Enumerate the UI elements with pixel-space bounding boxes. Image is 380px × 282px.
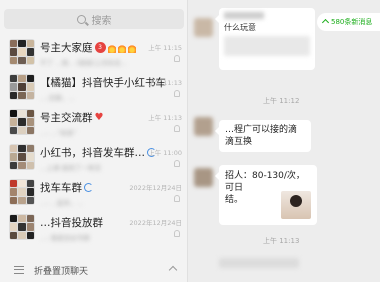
conversation-pane: 什么玩意 580条新消息 上午 11:12 …程广可以接的滴滴互换 招人：80-… — [189, 0, 380, 282]
timestamp: 上午 11:12 — [263, 97, 300, 105]
fire-emoji-icon — [107, 42, 116, 53]
chat-item-xhs-douyin[interactable]: 小红书，抖音发车群… 上午 11:00 …上课 接到了一单活 — [0, 140, 188, 175]
chat-list-pane: 搜索 号主大家庭 3 上午 11:15 不了 …用… [链接]上月份总… 【橘猫… — [0, 0, 188, 282]
mute-bell-icon — [174, 195, 180, 202]
group-avatar — [9, 39, 35, 65]
photo-figure — [290, 195, 302, 207]
chat-name: …抖音投放群 — [40, 217, 103, 229]
blurred-message — [219, 258, 299, 268]
chat-time: 2022年12月24日 — [129, 219, 182, 227]
group-avatar — [9, 214, 35, 240]
attached-photo[interactable] — [281, 191, 311, 219]
heart-emoji-icon: ♥ — [94, 112, 104, 123]
timestamp: 上午 11:13 — [263, 237, 300, 245]
chat-time: 上午 11:13 — [148, 114, 182, 122]
quoted-sender — [224, 12, 264, 19]
fire-emoji-icon — [127, 42, 136, 53]
chat-time: 2022年12月24日 — [129, 184, 182, 192]
chat-time: 上午 11:13 — [148, 79, 182, 87]
loading-icon — [84, 183, 93, 192]
folded-pinned-chats[interactable]: 折叠置顶聊天 — [0, 258, 188, 282]
group-avatar — [9, 144, 35, 170]
chat-name: 号主交流群 ♥ — [40, 112, 104, 124]
chat-name: 号主大家庭 3 — [40, 40, 136, 55]
folded-label: 折叠置顶聊天 — [34, 266, 89, 277]
chat-preview: …: …"局易" — [40, 129, 77, 137]
new-messages-button[interactable]: 580条新消息 — [317, 13, 380, 31]
chat-item-douyin-ads[interactable]: …抖音投放群 2022年12月24日 …: 我是创业号群 — [0, 210, 188, 245]
group-avatar — [9, 179, 35, 205]
chat-time: 上午 11:15 — [148, 44, 182, 52]
chat-item-family[interactable]: 号主大家庭 3 上午 11:15 不了 …用… [链接]上月份总… — [0, 35, 188, 70]
mute-bell-icon — [174, 55, 180, 62]
search-icon — [76, 14, 86, 24]
chat-preview: …上课 接到了一单活 — [40, 164, 101, 172]
mute-bell-icon — [174, 125, 180, 132]
fire-emoji-icon — [117, 42, 126, 53]
sender-avatar — [194, 18, 213, 37]
group-avatar — [9, 109, 35, 135]
wechat-window: 搜索 号主大家庭 3 上午 11:15 不了 …用… [链接]上月份总… 【橘猫… — [0, 0, 380, 282]
chat-item-find-car[interactable]: 找车车群 2022年12月24日 …: …起车，… — [0, 175, 188, 210]
list-icon — [14, 266, 24, 274]
message-text: 什么玩意 — [224, 23, 256, 32]
chat-preview: …: …起车，… — [40, 199, 84, 207]
message-bubble[interactable]: …程广可以接的滴滴互换 — [215, 120, 311, 152]
quoted-image — [224, 36, 310, 56]
mute-bell-icon — [174, 160, 180, 167]
chat-preview: …:无聊，… — [40, 94, 75, 102]
mute-bell-icon — [174, 230, 180, 237]
chat-preview: …: 我是创业号群 — [40, 234, 90, 242]
search-placeholder: 搜索 — [91, 15, 112, 27]
chat-item-exchange[interactable]: 号主交流群 ♥ 上午 11:13 …: …"局易" — [0, 105, 188, 140]
chat-name: 找车车群 — [40, 180, 93, 195]
chat-item-orange-cat[interactable]: 【橘猫】抖音快手小红书车 上午 11:13 …:无聊，… — [0, 70, 188, 105]
mute-bell-icon — [174, 90, 180, 97]
sender-avatar — [194, 117, 213, 136]
arrow-up-icon — [321, 18, 330, 26]
chevron-up-icon — [168, 265, 178, 275]
message-text: …程广可以接的滴滴互换 — [225, 125, 298, 147]
chat-time: 上午 11:00 — [148, 149, 182, 157]
unread-badge: 3 — [94, 42, 106, 53]
group-avatar — [9, 74, 35, 100]
sender-avatar — [194, 168, 213, 187]
message-bubble-recruit[interactable]: 招人：80-130/次，可日 结。 — [215, 165, 317, 225]
search-box[interactable]: 搜索 — [4, 9, 184, 29]
chat-preview: 不了 …用… [链接]上月份总… — [40, 59, 128, 67]
chat-name: 【橘猫】抖音快手小红书车 — [40, 77, 166, 89]
chat-name: 小红书，抖音发车群… — [40, 145, 156, 160]
message-bubble-quote[interactable]: 什么玩意 — [215, 8, 315, 70]
